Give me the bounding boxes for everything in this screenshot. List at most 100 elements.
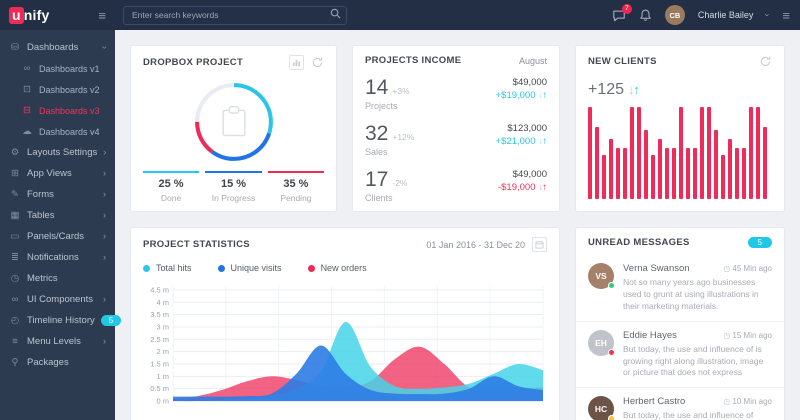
legend-item-new-orders[interactable]: New orders [308, 263, 367, 273]
logo-text: nify [24, 7, 50, 23]
sidebar-item-dashboards-v4[interactable]: ☁Dashboards v4 [0, 121, 115, 142]
bar [602, 155, 606, 199]
bar-chart-icon[interactable] [289, 55, 304, 70]
chevron-down-icon: › [100, 46, 109, 49]
svg-text:0.5 m: 0.5 m [150, 384, 169, 393]
briefcase-icon: ⊟ [21, 105, 33, 116]
database-icon: ⛁ [9, 42, 21, 53]
income-count: 17 [365, 168, 388, 191]
bar [763, 127, 767, 199]
clients-total: +125 [588, 81, 624, 98]
sidebar-item-label: Packages [27, 357, 69, 368]
status-dot [608, 349, 615, 356]
menu-icon: ≡ [9, 336, 21, 347]
sidebar-item-forms[interactable]: ✎Forms› [0, 184, 115, 205]
sidebar-item-label: Tables [27, 210, 54, 221]
sidebar-item-tables[interactable]: ▦Tables› [0, 205, 115, 226]
area-chart: 0 m0.5 m1 m1.5 m2 m2.5 m3 m3.5 m4 m4.5 m [143, 279, 547, 419]
legend-item-unique-visits[interactable]: Unique visits [218, 263, 282, 273]
date-range[interactable]: 01 Jan 2016 - 31 Dec 20 [426, 240, 525, 250]
message-verna-swanson[interactable]: VSVerna Swanson◷45 Min agoNot so many ye… [576, 255, 784, 322]
sidebar-item-panels-cards[interactable]: ▭Panels/Cards› [0, 226, 115, 247]
income-amount: $49,000 [496, 77, 547, 88]
sidebar-toggle-icon[interactable]: ≡ [98, 9, 106, 22]
legend-dot [218, 265, 225, 272]
chevron-right-icon: › [103, 295, 106, 304]
sidebar-item-layouts-settings[interactable]: ⚙Layouts Settings› [0, 142, 115, 163]
user-name[interactable]: Charlie Bailey [698, 10, 754, 20]
calendar-icon[interactable] [532, 237, 547, 252]
legend-item-total-hits[interactable]: Total hits [143, 263, 192, 273]
sidebar-item-metrics[interactable]: ◷Metrics [0, 268, 115, 289]
refresh-icon[interactable] [759, 55, 772, 68]
sidebar-item-label: Dashboards v1 [39, 64, 100, 74]
income-label: Projects [365, 101, 410, 111]
bar [693, 148, 697, 199]
sidebar-item-label: Menu Levels [27, 336, 81, 347]
card-title: PROJECTS INCOME [365, 55, 461, 66]
svg-text:2 m: 2 m [156, 347, 169, 356]
message-text: But today, the use and influence of is g… [623, 344, 772, 380]
lightbulb-icon: ⚲ [9, 357, 21, 368]
list-icon: ≣ [9, 252, 21, 263]
bar [721, 155, 725, 199]
logo-row: unify ≡ [0, 0, 115, 30]
unread-count-badge: 5 [748, 237, 772, 248]
sidebar-nav: ⛁Dashboards›∞Dashboards v1⊡Dashboards v2… [0, 30, 115, 373]
income-delta: +$21,000↓↑ [496, 136, 547, 147]
sidebar-item-dashboards[interactable]: ⛁Dashboards› [0, 37, 115, 58]
income-count: 14 [365, 76, 388, 99]
sidebar-item-label: Dashboards v2 [39, 85, 100, 95]
message-body: Eddie Hayes◷15 Min agoBut today, the use… [623, 330, 772, 380]
refresh-icon[interactable] [311, 56, 324, 69]
search-input[interactable] [123, 6, 347, 25]
clipboard-icon [223, 107, 245, 136]
sidebar-item-menu-levels[interactable]: ≡Menu Levels› [0, 331, 115, 352]
avatar: EH [588, 330, 614, 356]
content-area: DROPBOX PROJECT 25 %Done [115, 30, 800, 420]
search-icon[interactable] [330, 8, 341, 19]
sidebar-item-label: Forms [27, 189, 54, 200]
message-eddie-hayes[interactable]: EH Eddie Hayes◷15 Min agoBut today, the u… [576, 322, 784, 389]
income-row-clients: 17-2%Clients$49,000-$19,000↓↑ [353, 165, 559, 211]
income-delta: +$19,000↓↑ [496, 90, 547, 101]
sidebar-item-app-views[interactable]: ⊞App Views› [0, 163, 115, 184]
bar [609, 139, 613, 199]
income-amount: $123,000 [496, 123, 547, 134]
income-label: Clients [365, 193, 407, 203]
bar [644, 130, 648, 199]
arrow-down-icon: ↓ [539, 90, 544, 101]
dropbox-project-card: DROPBOX PROJECT 25 %Done [130, 45, 337, 212]
period-label[interactable]: August [519, 56, 547, 66]
chat-icon[interactable]: 7 [612, 9, 626, 22]
bell-icon[interactable] [639, 8, 652, 22]
sidebar-item-label: UI Components [27, 294, 93, 305]
projects-income-card: PROJECTS INCOME August 14+3%Projects$49,… [352, 45, 560, 212]
income-label: Sales [365, 147, 414, 157]
sidebar-item-label: Timeline History [27, 315, 95, 326]
message-herbert-castro[interactable]: HCHerbert Castro◷10 Min agoBut today, th… [576, 388, 784, 420]
dropbox-stat-pending: 35 %Pending [268, 171, 324, 203]
income-left: 32+12%Sales [365, 123, 414, 157]
sidebar-item-packages[interactable]: ⚲ Packages [0, 352, 115, 373]
sidebar-item-dashboards-v1[interactable]: ∞Dashboards v1 [0, 58, 115, 79]
chat-count-badge: 7 [622, 4, 632, 14]
message-text: Not so many years ago businesses used to… [623, 277, 772, 313]
messages-list: VSVerna Swanson◷45 Min agoNot so many ye… [576, 255, 784, 420]
legend-label: New orders [321, 263, 367, 273]
chevron-down-icon[interactable]: › [763, 14, 773, 17]
topbar-menu-icon[interactable]: ≡ [782, 9, 790, 22]
bar [595, 127, 599, 199]
sidebar-item-dashboards-v2[interactable]: ⊡Dashboards v2 [0, 79, 115, 100]
sidebar-item-timeline-history[interactable]: ◴Timeline History5 [0, 310, 115, 331]
bar [756, 107, 760, 199]
sidebar-item-notifications[interactable]: ≣Notifications› [0, 247, 115, 268]
stat-label: Pending [268, 193, 324, 203]
sidebar-item-dashboards-v3[interactable]: ⊟Dashboards v3 [0, 100, 115, 121]
bar [686, 148, 690, 199]
app-window: unify ≡ ⛁Dashboards›∞Dashboards v1⊡Dashb… [0, 0, 800, 420]
sidebar-item-ui-components[interactable]: ∞UI Components› [0, 289, 115, 310]
card-title: PROJECT STATISTICS [143, 239, 250, 250]
user-avatar[interactable]: CB [665, 5, 685, 25]
app-logo[interactable]: unify [9, 7, 49, 24]
